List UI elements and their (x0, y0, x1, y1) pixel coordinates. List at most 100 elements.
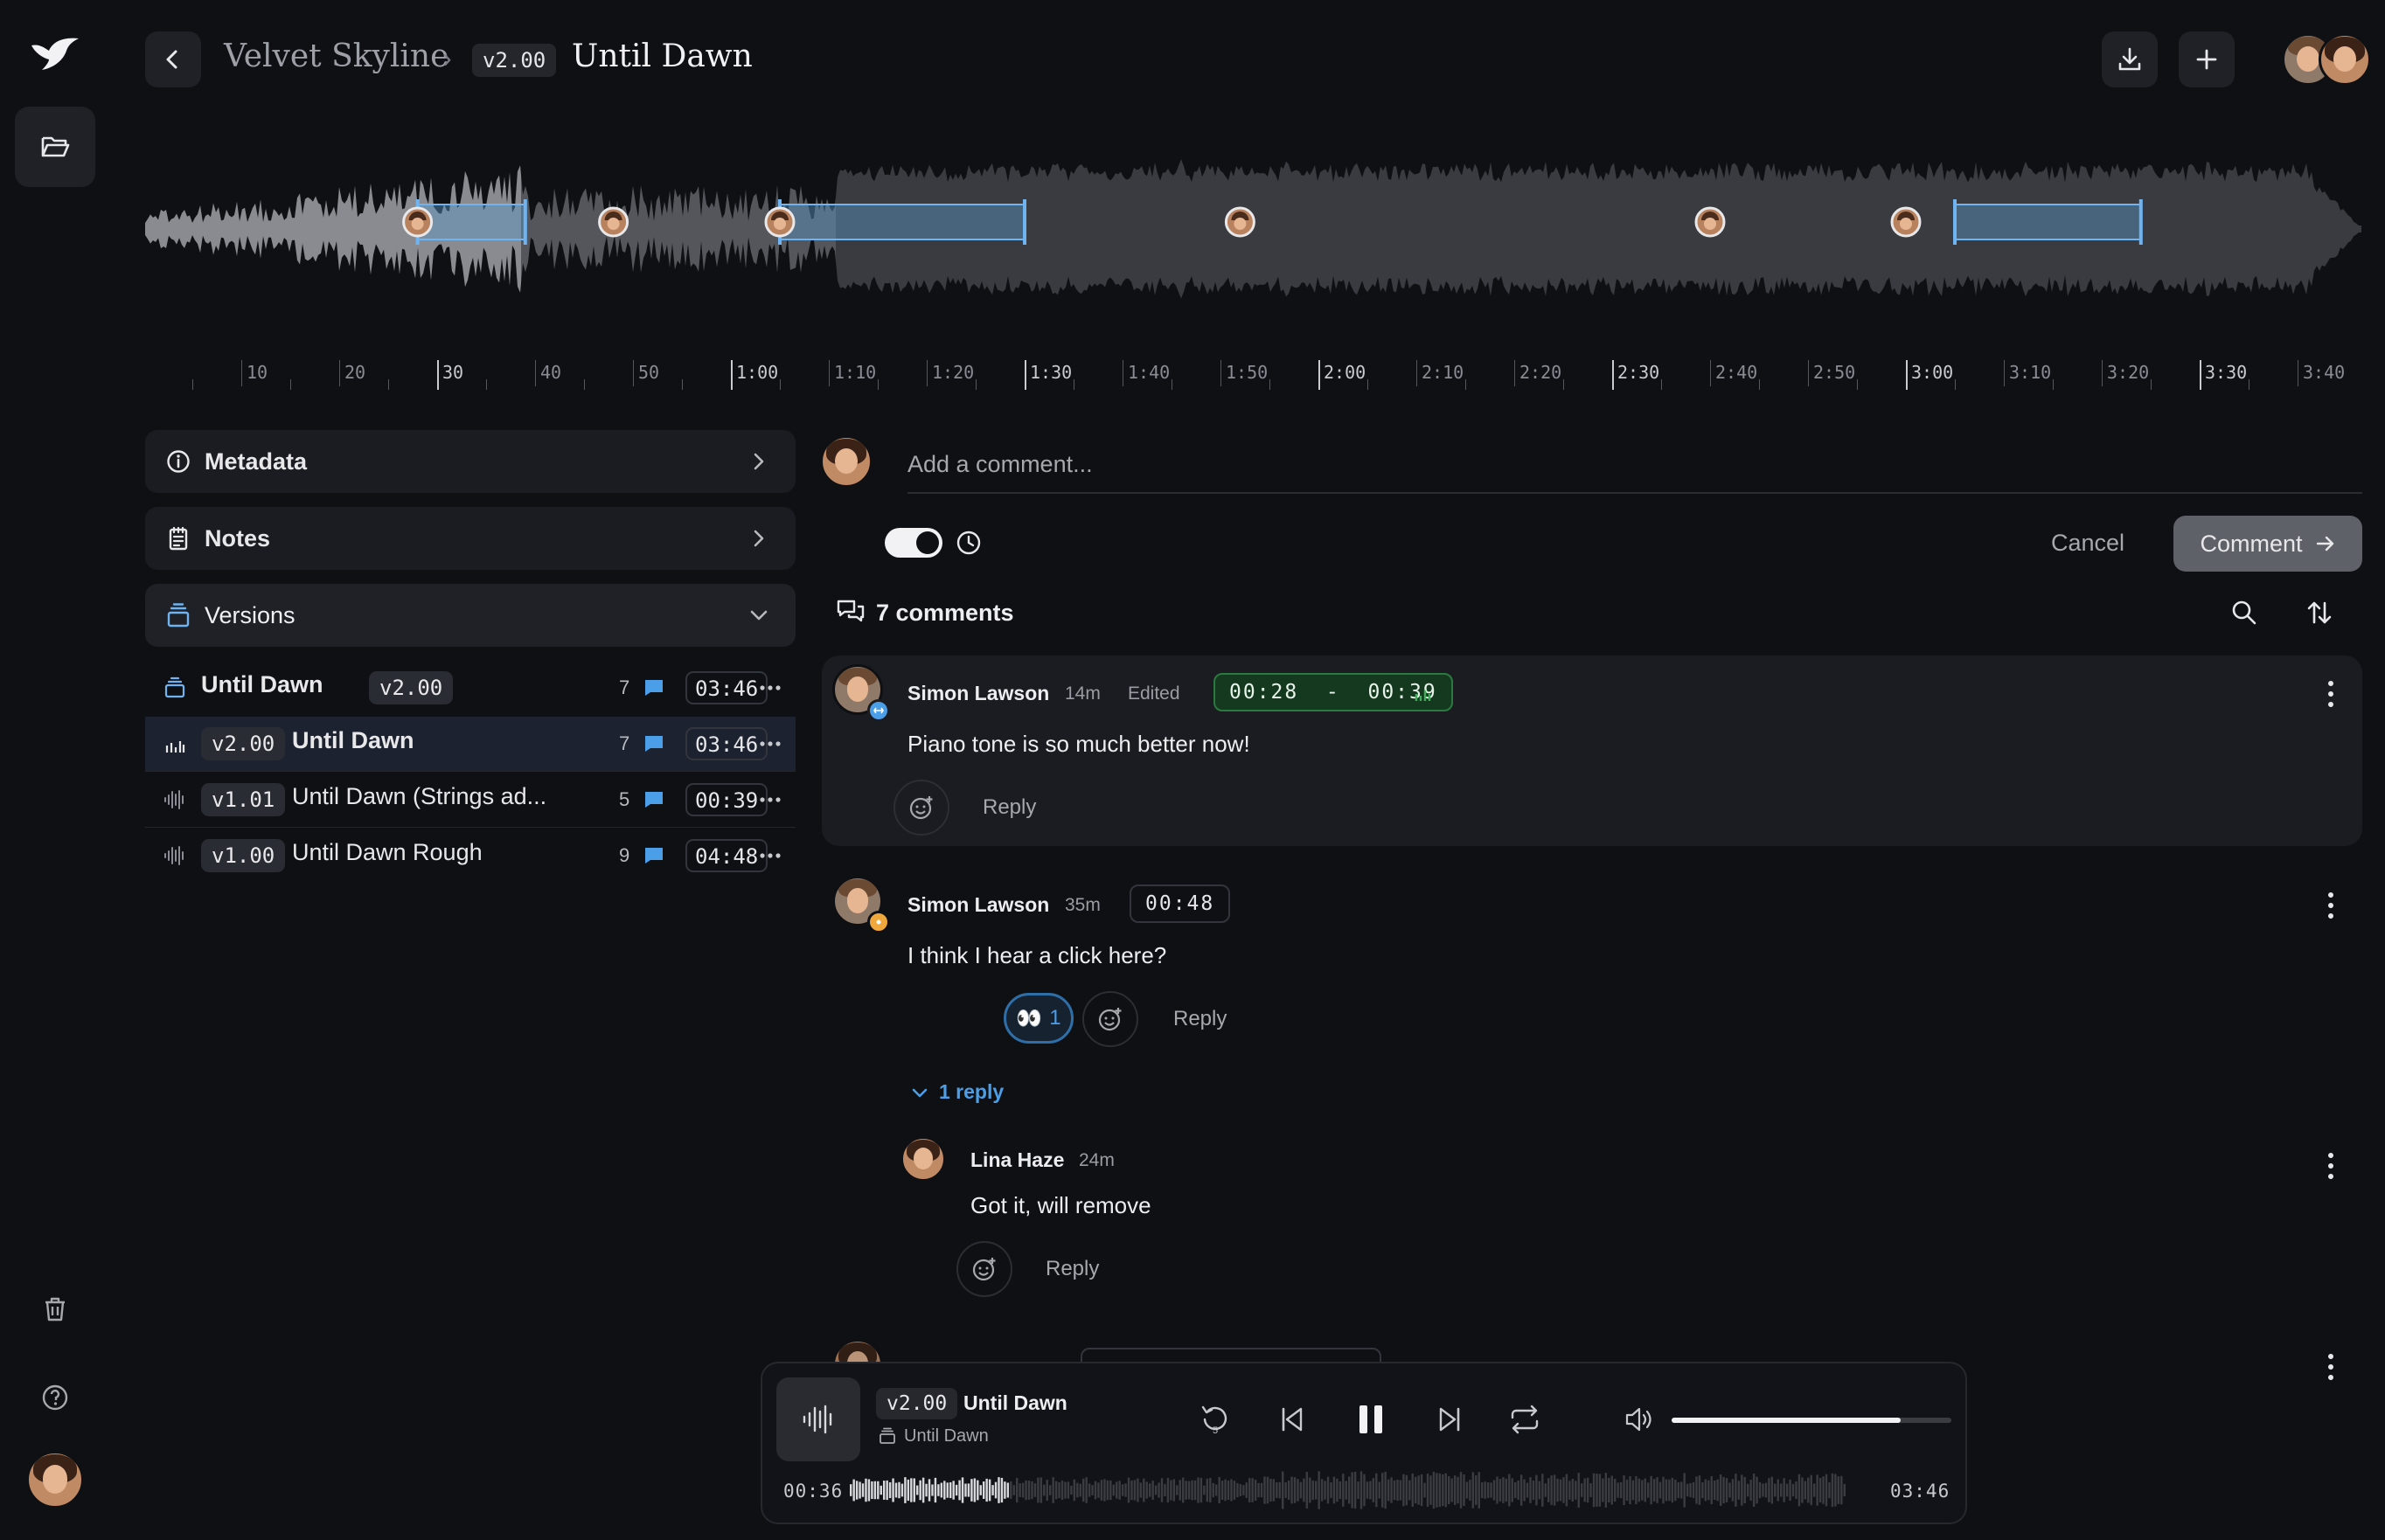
comment-marker[interactable] (598, 206, 629, 238)
sort-icon[interactable] (2305, 598, 2334, 628)
comment-region[interactable] (779, 204, 1026, 240)
ruler-minor-tick (192, 379, 193, 390)
scrubber-bar (1704, 1479, 1707, 1502)
comment-marker[interactable] (1224, 206, 1255, 238)
scrubber-bar (1245, 1482, 1248, 1498)
scrubber-bar (1671, 1477, 1674, 1503)
ruler-label: 3:40 (2303, 362, 2346, 383)
add-button[interactable] (2179, 31, 2235, 87)
comment-input[interactable]: Add a comment... (907, 451, 1093, 478)
files-nav-button[interactable] (15, 107, 95, 187)
more-vertical-icon[interactable] (2322, 1351, 2340, 1383)
comment-region[interactable] (416, 204, 526, 240)
more-vertical-icon[interactable] (2322, 678, 2340, 710)
versions-panel-header[interactable]: Versions (145, 584, 796, 647)
scrubber-bar (1498, 1479, 1502, 1502)
breadcrumb-project[interactable]: Velvet Skyline (224, 38, 448, 74)
comment-icon (643, 790, 664, 809)
version-row[interactable]: v2.00 Until Dawn 7 03:46 (145, 717, 796, 771)
stack-icon (880, 1427, 895, 1444)
scrubber-bar (1139, 1482, 1143, 1498)
comment-timecode[interactable]: 00:48 (1130, 884, 1231, 923)
search-icon[interactable] (2229, 598, 2259, 628)
bird-logo-icon[interactable] (30, 35, 80, 75)
scrubber-bar (1121, 1484, 1124, 1496)
repeat-icon[interactable] (1505, 1400, 1544, 1439)
reply-button[interactable]: Reply (983, 795, 1036, 820)
scrubber-bar (973, 1478, 977, 1502)
cancel-button[interactable]: Cancel (2051, 530, 2124, 557)
collaborators[interactable] (2282, 31, 2375, 87)
composer-avatar (820, 435, 873, 488)
replies-toggle[interactable]: 1 reply (939, 1080, 1004, 1104)
trash-icon[interactable] (38, 1292, 72, 1325)
add-reaction-button[interactable] (1082, 991, 1138, 1047)
ruler-minor-tick (1465, 379, 1466, 390)
reply-button[interactable]: Reply (1046, 1257, 1099, 1281)
more-vertical-icon[interactable] (2322, 890, 2340, 921)
scrubber-bar (1282, 1471, 1284, 1509)
user-avatar[interactable] (26, 1451, 84, 1509)
reaction-pill[interactable]: 👀 1 (1004, 993, 1074, 1044)
scrubber-bar (1230, 1479, 1233, 1502)
comment-marker[interactable] (1694, 206, 1726, 238)
version-row[interactable]: v1.00 Until Dawn Rough 9 04:48 (145, 829, 796, 883)
more-horizontal-icon[interactable] (757, 787, 783, 813)
track-artwork (776, 1377, 860, 1461)
scrubber-bar (1463, 1474, 1465, 1507)
scrubber-bar (1577, 1473, 1580, 1508)
version-row[interactable]: v1.01 Until Dawn (Strings ad... 5 00:39 (145, 773, 796, 827)
add-reaction-button[interactable] (956, 1241, 1012, 1297)
scrubber-bar (1179, 1480, 1181, 1501)
volume-slider[interactable] (1672, 1418, 1951, 1423)
scrubber-bar (952, 1481, 955, 1500)
waveform-icon (803, 1405, 832, 1434)
scrubber-bar (1469, 1480, 1471, 1501)
scrubber-bar (1112, 1484, 1115, 1496)
more-horizontal-icon[interactable] (757, 731, 783, 757)
emoji-add-icon (972, 1258, 996, 1281)
ruler-tick (1612, 360, 1614, 390)
chevron-down-icon[interactable] (909, 1082, 930, 1103)
comment-marker[interactable] (402, 206, 434, 238)
version-badge: v1.00 (201, 839, 286, 872)
scrubber-bar (1058, 1482, 1060, 1498)
more-vertical-icon[interactable] (2322, 1150, 2340, 1182)
previous-icon[interactable] (1273, 1400, 1311, 1439)
version-row[interactable]: v2.00 Until Dawn 7 03:46 (145, 661, 796, 715)
ruler-tick (1514, 360, 1515, 386)
waveform-timeline[interactable] (145, 101, 2362, 355)
comment-count: 7 (619, 676, 630, 698)
add-reaction-button[interactable] (894, 780, 949, 836)
emoji-add-icon (1098, 1008, 1122, 1031)
more-horizontal-icon[interactable] (757, 843, 783, 869)
scrubber-bar (1127, 1477, 1130, 1503)
comment-submit-button[interactable]: Comment (2173, 516, 2362, 572)
notes-panel-header[interactable]: Notes (145, 507, 796, 570)
timestamp-toggle[interactable] (885, 528, 942, 558)
comment-marker[interactable] (1890, 206, 1922, 238)
comment-marker[interactable] (764, 206, 796, 238)
folder-open-icon (41, 136, 70, 157)
scrubber-bar (1647, 1482, 1650, 1498)
elapsed-time: 00:36 (783, 1481, 844, 1502)
player-scrubber[interactable] (850, 1470, 1846, 1510)
metadata-panel-header[interactable]: Metadata (145, 430, 796, 493)
help-icon[interactable] (38, 1381, 72, 1414)
ruler-minor-tick (780, 379, 781, 390)
download-button[interactable] (2102, 31, 2158, 87)
scrubber-bar (1393, 1480, 1396, 1501)
back-button[interactable] (145, 31, 201, 87)
volume-icon[interactable] (1623, 1404, 1654, 1435)
reply-button[interactable]: Reply (1173, 1007, 1227, 1031)
rewind-5-icon[interactable]: 5 (1196, 1400, 1234, 1439)
comment-region[interactable] (1954, 204, 2142, 240)
pause-icon[interactable] (1348, 1397, 1394, 1442)
scrubber-bar (888, 1481, 892, 1499)
scrubber-bar (1094, 1481, 1097, 1500)
scrubber-bar (1079, 1483, 1081, 1497)
scrubber-bar (1405, 1474, 1408, 1506)
next-icon[interactable] (1430, 1400, 1469, 1439)
more-horizontal-icon[interactable] (757, 675, 783, 701)
scrubber-bar (1348, 1476, 1351, 1504)
